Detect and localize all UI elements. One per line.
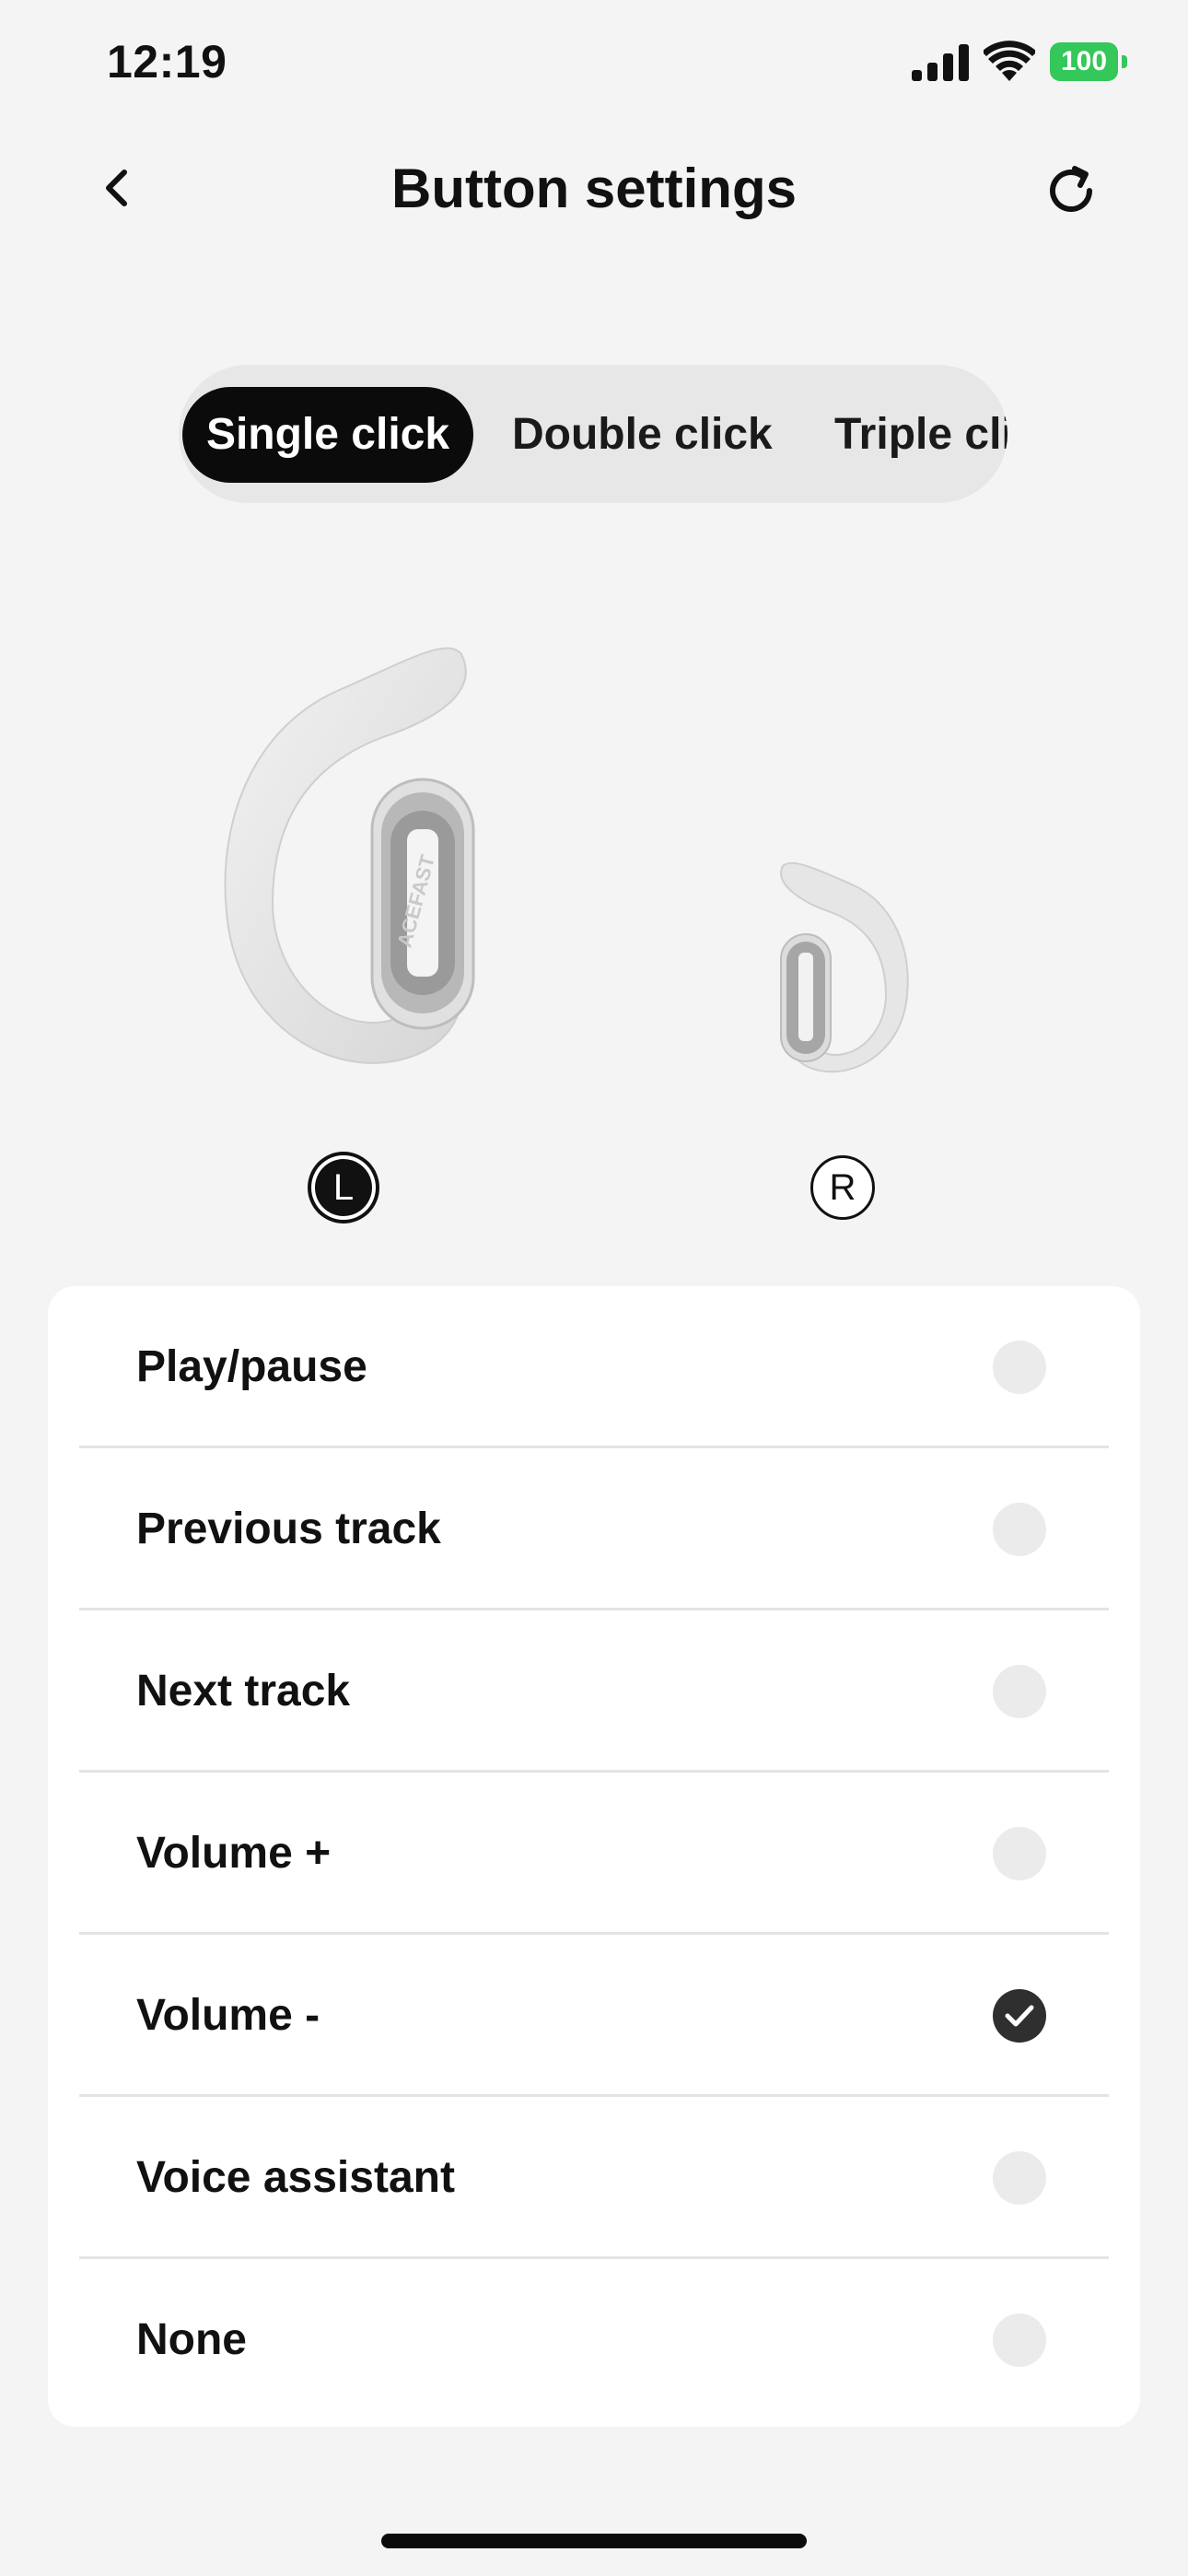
option-volume-up[interactable]: Volume +: [48, 1773, 1140, 1935]
status-bar: 12:19 100: [0, 0, 1188, 129]
option-label: Voice assistant: [136, 2153, 455, 2202]
action-options-list: Play/pause Previous track Next track Vol…: [48, 1286, 1140, 2427]
checkmark-icon: [1005, 2005, 1034, 2027]
left-earbud-badge[interactable]: L: [311, 1155, 376, 1220]
option-label: Volume +: [136, 1829, 332, 1878]
option-previous-track[interactable]: Previous track: [48, 1448, 1140, 1610]
battery-icon: 100: [1050, 42, 1127, 81]
option-next-track[interactable]: Next track: [48, 1610, 1140, 1773]
radio-checked-icon[interactable]: [993, 1989, 1046, 2043]
option-label: Previous track: [136, 1505, 441, 1553]
right-earbud-image[interactable]: [774, 857, 912, 1087]
radio-unchecked-icon[interactable]: [993, 1665, 1046, 1718]
button-settings-screen: 12:19 100 Button settings Single click D…: [0, 0, 1188, 2576]
signal-icon: [912, 44, 969, 81]
click-type-tabs: Single click Double click Triple click: [179, 365, 1007, 503]
home-indicator[interactable]: [381, 2534, 807, 2548]
tab-triple-click[interactable]: Triple click: [834, 387, 1007, 483]
option-voice-assistant[interactable]: Voice assistant: [48, 2097, 1140, 2259]
left-earbud-image[interactable]: ACEFAST: [217, 636, 494, 1078]
battery-level: 100: [1050, 42, 1118, 81]
nav-header: Button settings: [0, 138, 1188, 240]
wifi-icon: [984, 41, 1035, 81]
radio-unchecked-icon[interactable]: [993, 1341, 1046, 1394]
option-label: Next track: [136, 1667, 351, 1715]
option-play-pause[interactable]: Play/pause: [48, 1286, 1140, 1448]
option-none[interactable]: None: [48, 2259, 1140, 2421]
tab-double-click[interactable]: Double click: [512, 387, 773, 483]
status-time: 12:19: [107, 36, 227, 88]
tab-single-click[interactable]: Single click: [182, 387, 473, 483]
option-volume-down[interactable]: Volume -: [48, 1935, 1140, 2097]
radio-unchecked-icon[interactable]: [993, 1503, 1046, 1556]
page-title: Button settings: [391, 158, 797, 219]
radio-unchecked-icon[interactable]: [993, 1827, 1046, 1880]
refresh-icon: [1050, 166, 1092, 212]
radio-unchecked-icon[interactable]: [993, 2313, 1046, 2367]
right-earbud-badge[interactable]: R: [810, 1155, 875, 1220]
option-label: Volume -: [136, 1991, 320, 2040]
option-label: Play/pause: [136, 1342, 367, 1391]
battery-cap: [1122, 55, 1127, 68]
radio-unchecked-icon[interactable]: [993, 2151, 1046, 2205]
option-label: None: [136, 2315, 247, 2364]
refresh-button[interactable]: [1039, 158, 1103, 223]
